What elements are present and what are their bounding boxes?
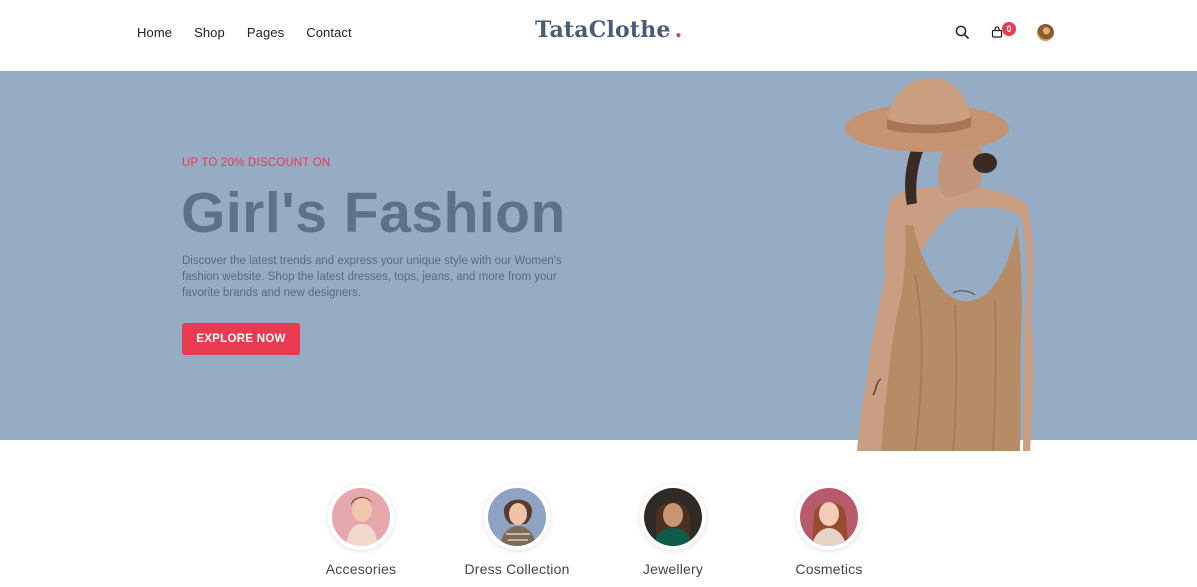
category-label: Dress Collection [464, 561, 570, 577]
hero-title: Girl's Fashion [181, 181, 566, 245]
site-header: Home Shop Pages Contact TataClothe. 0 [0, 0, 1197, 71]
logo-text: TataClothe [535, 17, 671, 43]
logo-dot: . [674, 17, 683, 43]
user-avatar[interactable] [1037, 24, 1054, 41]
hero-model-image [845, 78, 1034, 451]
explore-now-button[interactable]: EXPLORE NOW [182, 323, 300, 355]
header-actions: 0 [955, 22, 1055, 44]
category-image-frame [796, 484, 862, 550]
category-cosmetics-image [800, 488, 858, 546]
category-accesories-image [332, 488, 390, 546]
category-row: Accesories Dress Collection Jewellery Co… [0, 480, 1197, 587]
category-image-frame [328, 484, 394, 550]
hero-kicker: UP TO 20% DISCOUNT ON [182, 157, 331, 169]
category-label: Jewellery [642, 561, 704, 577]
nav-contact[interactable]: Contact [306, 25, 352, 40]
site-logo[interactable]: TataClothe. [535, 17, 683, 43]
hero-description: Discover the latest trends and express y… [182, 255, 562, 299]
category-dress-collection-image [488, 488, 546, 546]
search-icon[interactable] [955, 25, 969, 39]
category-image-frame [484, 484, 550, 550]
nav-shop[interactable]: Shop [194, 25, 225, 40]
nav-home[interactable]: Home [137, 25, 172, 40]
category-label: Accesories [325, 561, 397, 577]
main-nav: Home Shop Pages Contact [137, 25, 352, 40]
category-jewellery-image [644, 488, 702, 546]
category-label: Cosmetics [795, 561, 863, 577]
cart-count-badge: 0 [1002, 22, 1016, 36]
nav-pages[interactable]: Pages [247, 25, 284, 40]
category-image-frame [640, 484, 706, 550]
